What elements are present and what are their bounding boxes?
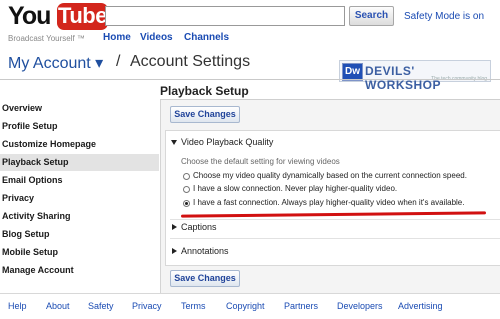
sidebar-item-profile-setup[interactable]: Profile Setup [0,118,159,135]
radio-slow-connection[interactable] [183,186,190,193]
nav-home[interactable]: Home [103,32,131,43]
footer-link-help[interactable]: Help [8,301,27,311]
save-changes-button-top[interactable]: Save Changes [170,106,240,123]
expand-right-icon[interactable] [172,248,177,254]
annotations-heading[interactable]: Annotations [181,246,229,256]
radio-dynamic-quality-label[interactable]: Choose my video quality dynamically base… [193,171,467,180]
card-divider [170,238,500,239]
section-title: Playback Setup [160,84,249,98]
sidebar-item-overview[interactable]: Overview [0,100,159,117]
footer-divider [0,293,500,294]
sidebar-item-email-options[interactable]: Email Options [0,172,159,189]
breadcrumb-separator: / [116,53,121,70]
card-divider [170,219,500,220]
sidebar-item-playback-setup[interactable]: Playback Setup [0,154,159,171]
sidebar-item-customize-homepage[interactable]: Customize Homepage [0,136,159,153]
my-account-dropdown[interactable]: My Account ▾ [8,53,103,73]
sidebar-item-manage-account[interactable]: Manage Account [0,262,159,279]
footer-link-safety[interactable]: Safety [88,301,114,311]
sidebar-item-activity-sharing[interactable]: Activity Sharing [0,208,159,225]
search-input[interactable] [105,6,345,26]
header-divider [0,79,500,80]
expand-right-icon[interactable] [172,224,177,230]
footer-link-privacy[interactable]: Privacy [132,301,162,311]
save-changes-button-bottom[interactable]: Save Changes [170,270,240,287]
radio-slow-connection-label[interactable]: I have a slow connection. Never play hig… [193,184,397,193]
video-quality-description: Choose the default setting for viewing v… [181,157,340,166]
radio-dynamic-quality[interactable] [183,173,190,180]
radio-fast-connection[interactable] [183,200,190,207]
tagline: Broadcast Yourself ™ [8,34,85,43]
footer-link-advertising[interactable]: Advertising [398,301,443,311]
sidebar-item-mobile-setup[interactable]: Mobile Setup [0,244,159,261]
footer-link-developers[interactable]: Developers [337,301,383,311]
safety-mode-link[interactable]: Safety Mode is on [404,11,484,22]
nav-channels[interactable]: Channels [184,32,229,43]
footer-link-partners[interactable]: Partners [284,301,318,311]
sidebar-item-privacy[interactable]: Privacy [0,190,159,207]
expand-down-icon[interactable] [171,140,177,145]
footer-link-about[interactable]: About [46,301,70,311]
radio-fast-connection-label[interactable]: I have a fast connection. Always play hi… [193,198,464,207]
video-quality-heading[interactable]: Video Playback Quality [181,137,273,147]
footer-link-terms[interactable]: Terms [181,301,206,311]
nav-videos[interactable]: Videos [140,32,173,43]
sidebar-item-blog-setup[interactable]: Blog Setup [0,226,159,243]
search-button[interactable]: Search [349,6,394,26]
logo-you-text: You [8,2,51,30]
page-title: Account Settings [130,53,251,70]
footer-link-copyright[interactable]: Copyright [226,301,265,311]
logo-tube-text: Tube [57,3,108,30]
captions-heading[interactable]: Captions [181,222,217,232]
